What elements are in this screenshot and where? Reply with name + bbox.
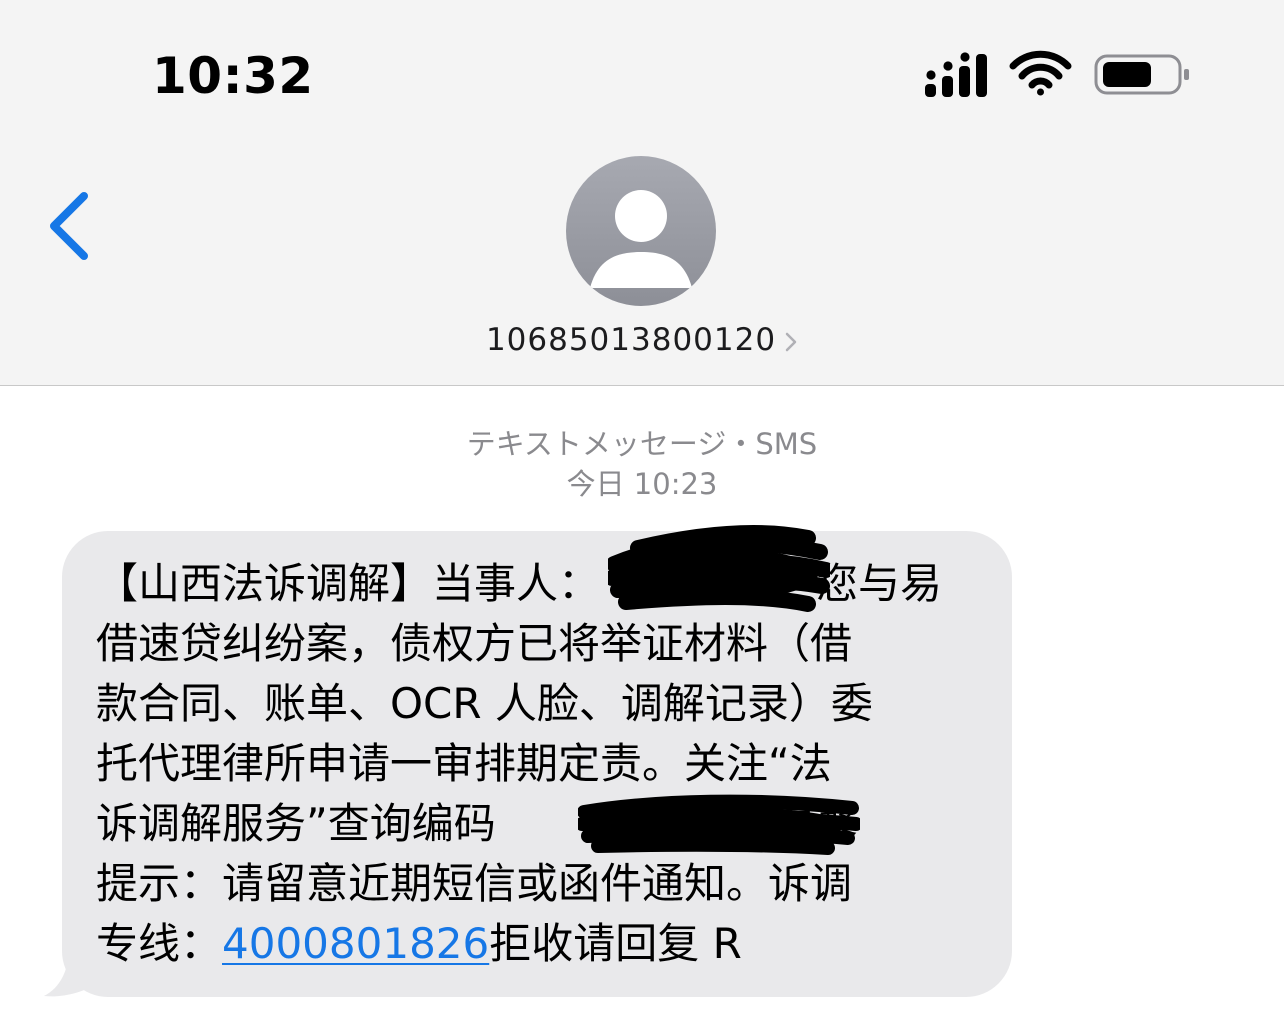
back-button[interactable] [38, 182, 108, 272]
battery-icon [1094, 54, 1189, 95]
redaction-scribble [608, 525, 830, 612]
message-line: 【山西法诉调解】当事人： [96, 559, 601, 608]
message-line-tail: 拒收请回复 R [489, 919, 742, 968]
phone-number-link[interactable]: 4000801826 [222, 919, 489, 968]
status-time: 10:32 [152, 47, 314, 105]
status-icons [925, 50, 1189, 97]
chevron-left-icon [50, 192, 88, 260]
message-line-tail: 您与易 [816, 559, 943, 608]
message-timestamp: 今日 10:23 [566, 467, 718, 501]
redaction-scribble [578, 794, 860, 855]
contact-avatar[interactable] [566, 156, 716, 306]
message-line: 专线： [96, 919, 223, 968]
message-line: 借速贷纠纷案，债权方已将举证材料（借 [96, 619, 853, 668]
chevron-right-icon [785, 332, 797, 351]
message-line: 提示：请留意近期短信或函件通知。诉调 [96, 859, 853, 908]
message-line: 托代理律所申请一审排期定责。关注“法 [96, 739, 832, 788]
conversation-header: 10:32 10685013800120 [0, 0, 1284, 386]
wifi-icon [1009, 50, 1072, 96]
message-text: 【山西法诉调解】当事人： 您与易 借速贷纠纷案，债权方已将举证材料（借 款合同、账… [96, 554, 996, 974]
contact-number-button[interactable]: 10685013800120 [0, 318, 1284, 362]
signal-icon [925, 52, 987, 97]
contact-number: 10685013800120 [485, 322, 777, 358]
message-channel-label: テキストメッセージ・SMS [466, 427, 818, 461]
message-line: 诉调解服务”查询编码 [96, 799, 496, 848]
message-line: 款合同、账单、OCR 人脸、调解记录）委 [96, 679, 873, 728]
person-icon [590, 190, 692, 288]
